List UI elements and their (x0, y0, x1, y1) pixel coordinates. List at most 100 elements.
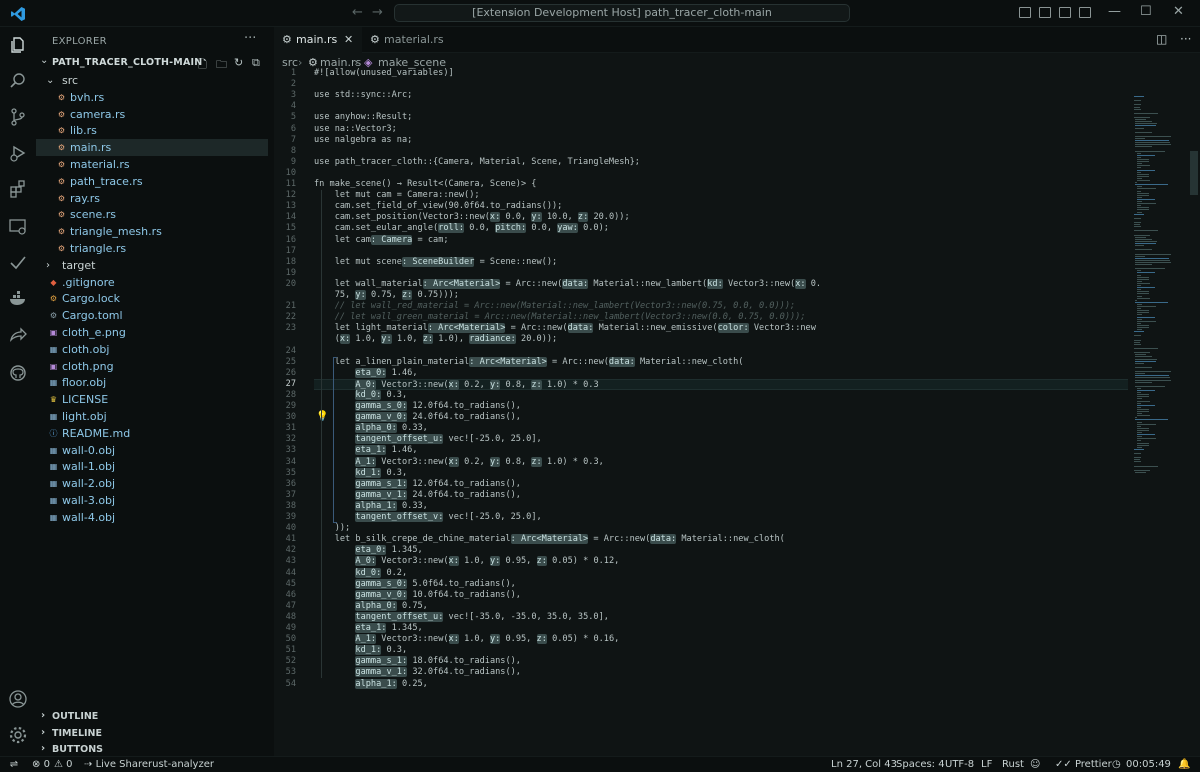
encoding[interactable]: UTF-8 (945, 757, 974, 772)
maximize-window-icon[interactable]: ☐ (1140, 4, 1152, 19)
split-editor-icon[interactable]: ◫ (1156, 32, 1167, 46)
github-icon[interactable] (8, 363, 28, 383)
outline-section[interactable]: › OUTLINE (36, 708, 274, 725)
line-number: 49 (285, 623, 296, 633)
rust-file-icon: ⚙ (57, 227, 66, 237)
close-tab-icon[interactable]: ✕ (344, 27, 353, 53)
collapse-all-icon[interactable]: ⧉ (252, 56, 264, 69)
forward-arrow-icon[interactable]: → (372, 5, 383, 20)
vscode-logo-icon[interactable] (10, 6, 26, 22)
minimap-line (1136, 318, 1142, 320)
copilot-icon[interactable]: ☺ (1030, 757, 1040, 772)
minimap-line (1136, 425, 1141, 427)
tab-material-rs[interactable]: ⚙ material.rs (362, 27, 452, 53)
more-actions-icon[interactable]: ··· (1180, 32, 1191, 46)
tree-item[interactable]: ⚙ ray.rs (36, 190, 268, 207)
tree-item[interactable]: ▦ wall-3.obj (36, 492, 268, 509)
timeline-section[interactable]: › TIMELINE (36, 725, 274, 742)
tree-item[interactable]: ⚙ path_trace.rs (36, 173, 268, 190)
live-share-button[interactable]: ⇢ Live Share (84, 757, 148, 772)
source-control-icon[interactable] (8, 107, 28, 127)
tree-item[interactable]: ♛ LICENSE (36, 391, 268, 408)
search-icon[interactable] (8, 71, 28, 91)
tree-item[interactable]: ⚙ Cargo.toml (36, 307, 268, 324)
new-file-icon[interactable]: 🗋 (198, 56, 210, 71)
tree-item[interactable]: ◆ .gitignore (36, 274, 268, 291)
code-line: tangent_offset_u: vec![-35.0, -35.0, 35.… (355, 611, 609, 622)
warnings-indicator[interactable]: ⚠ 0 (54, 757, 73, 772)
minimap-line (1134, 348, 1158, 349)
tree-item[interactable]: ▦ cloth.obj (36, 341, 268, 358)
toggle-primary-sidebar-icon[interactable] (1019, 7, 1031, 18)
window-title: [Extension Development Host] path_tracer… (472, 6, 772, 19)
minimap-line (1136, 421, 1142, 423)
tree-item[interactable]: ⓘ README.md (36, 425, 268, 442)
live-share-icon[interactable] (8, 325, 28, 345)
refresh-icon[interactable]: ↻ (234, 56, 246, 69)
minimap-line (1136, 270, 1142, 272)
tree-item[interactable]: ⚙ camera.rs (36, 106, 268, 123)
docker-icon[interactable] (8, 289, 28, 309)
tree-item[interactable]: ▦ wall-4.obj (36, 509, 268, 526)
back-arrow-icon[interactable]: ← (352, 5, 363, 20)
extensions-icon[interactable] (8, 179, 28, 199)
language-mode[interactable]: Rust (1002, 757, 1024, 772)
line-number: 19 (285, 267, 296, 278)
command-center-search[interactable]: ⌕ [Extension Development Host] path_trac… (394, 4, 850, 22)
more-actions-icon[interactable]: ··· (244, 31, 256, 46)
remote-explorer-icon[interactable] (8, 217, 28, 237)
tree-item[interactable]: ⚙ scene.rs (36, 206, 268, 223)
prettier-status[interactable]: ✓✓ Prettier (1055, 757, 1112, 772)
tree-item[interactable]: ▦ light.obj (36, 408, 268, 425)
tree-item[interactable]: ⌄ src (36, 72, 268, 89)
tree-item[interactable]: ⚙ main.rs (36, 139, 268, 157)
tree-item[interactable]: ▣ cloth.png (36, 358, 268, 375)
minimap-line (1135, 299, 1137, 301)
errors-indicator[interactable]: ⊗ 0 (32, 757, 50, 772)
tree-item[interactable]: ⚙ bvh.rs (36, 89, 268, 106)
notifications-bell-icon[interactable]: 🔔 (1178, 757, 1190, 772)
code-editor[interactable]: #![allow(unused_variables)] use std::sync… (314, 68, 1134, 756)
image-file-icon: ▣ (49, 361, 58, 371)
rust-file-icon: ⚙ (57, 92, 66, 102)
tree-item[interactable]: ▦ floor.obj (36, 374, 268, 391)
tree-item[interactable]: ▦ wall-1.obj (36, 458, 268, 475)
cursor-position[interactable]: Ln 27, Col 43 (831, 757, 897, 772)
tree-item[interactable]: ⚙ material.rs (36, 156, 268, 173)
minimize-window-icon[interactable]: — (1108, 4, 1121, 19)
settings-gear-icon[interactable] (8, 725, 28, 745)
account-icon[interactable] (8, 689, 28, 709)
rust-analyzer-status[interactable]: rust-analyzer (148, 757, 214, 772)
tree-item[interactable]: ⚙ Cargo.lock (36, 290, 268, 307)
tree-item[interactable]: ⚙ triangle_mesh.rs (36, 223, 268, 240)
remote-indicator-icon[interactable]: ⇌ (0, 757, 28, 772)
tree-item[interactable]: › target (36, 257, 268, 274)
new-folder-icon[interactable]: 🗀 (216, 56, 228, 71)
minimap-line (1136, 198, 1156, 200)
tree-item[interactable]: ⚙ triangle.rs (36, 240, 268, 257)
testing-check-icon[interactable] (8, 253, 28, 273)
close-window-icon[interactable]: ✕ (1173, 4, 1184, 19)
tab-main-rs[interactable]: ⚙ main.rs ✕ (274, 27, 362, 53)
run-debug-icon[interactable] (8, 143, 28, 163)
toggle-panel-icon[interactable] (1039, 7, 1051, 18)
line-number: 7 (290, 134, 296, 145)
minimap[interactable] (1132, 68, 1190, 473)
tree-item[interactable]: ⚙ lib.rs (36, 122, 268, 139)
code-line: // let wall_green_material = Arc::new(Ma… (314, 312, 806, 323)
line-number: 43 (285, 556, 296, 567)
toggle-secondary-sidebar-icon[interactable] (1059, 7, 1071, 18)
indentation[interactable]: Spaces: 4 (896, 757, 945, 772)
tree-item[interactable]: ▦ wall-2.obj (36, 475, 268, 492)
customize-layout-icon[interactable] (1079, 7, 1091, 18)
tree-item-label: wall-3.obj (62, 494, 116, 507)
end-of-line[interactable]: LF (981, 757, 992, 772)
tree-item[interactable]: ▣ cloth_e.png (36, 324, 268, 341)
minimap-line (1136, 171, 1141, 173)
explorer-icon[interactable] (8, 35, 28, 55)
workspace-folder-header[interactable]: ⌄ PATH_TRACER_CLOTH-MAIN 🗋 🗀 ↻ ⧉ (36, 54, 274, 71)
vertical-scrollbar[interactable] (1190, 151, 1198, 195)
minimap-line (1136, 272, 1155, 274)
minimap-line (1136, 320, 1157, 322)
tree-item[interactable]: ▦ wall-0.obj (36, 442, 268, 459)
